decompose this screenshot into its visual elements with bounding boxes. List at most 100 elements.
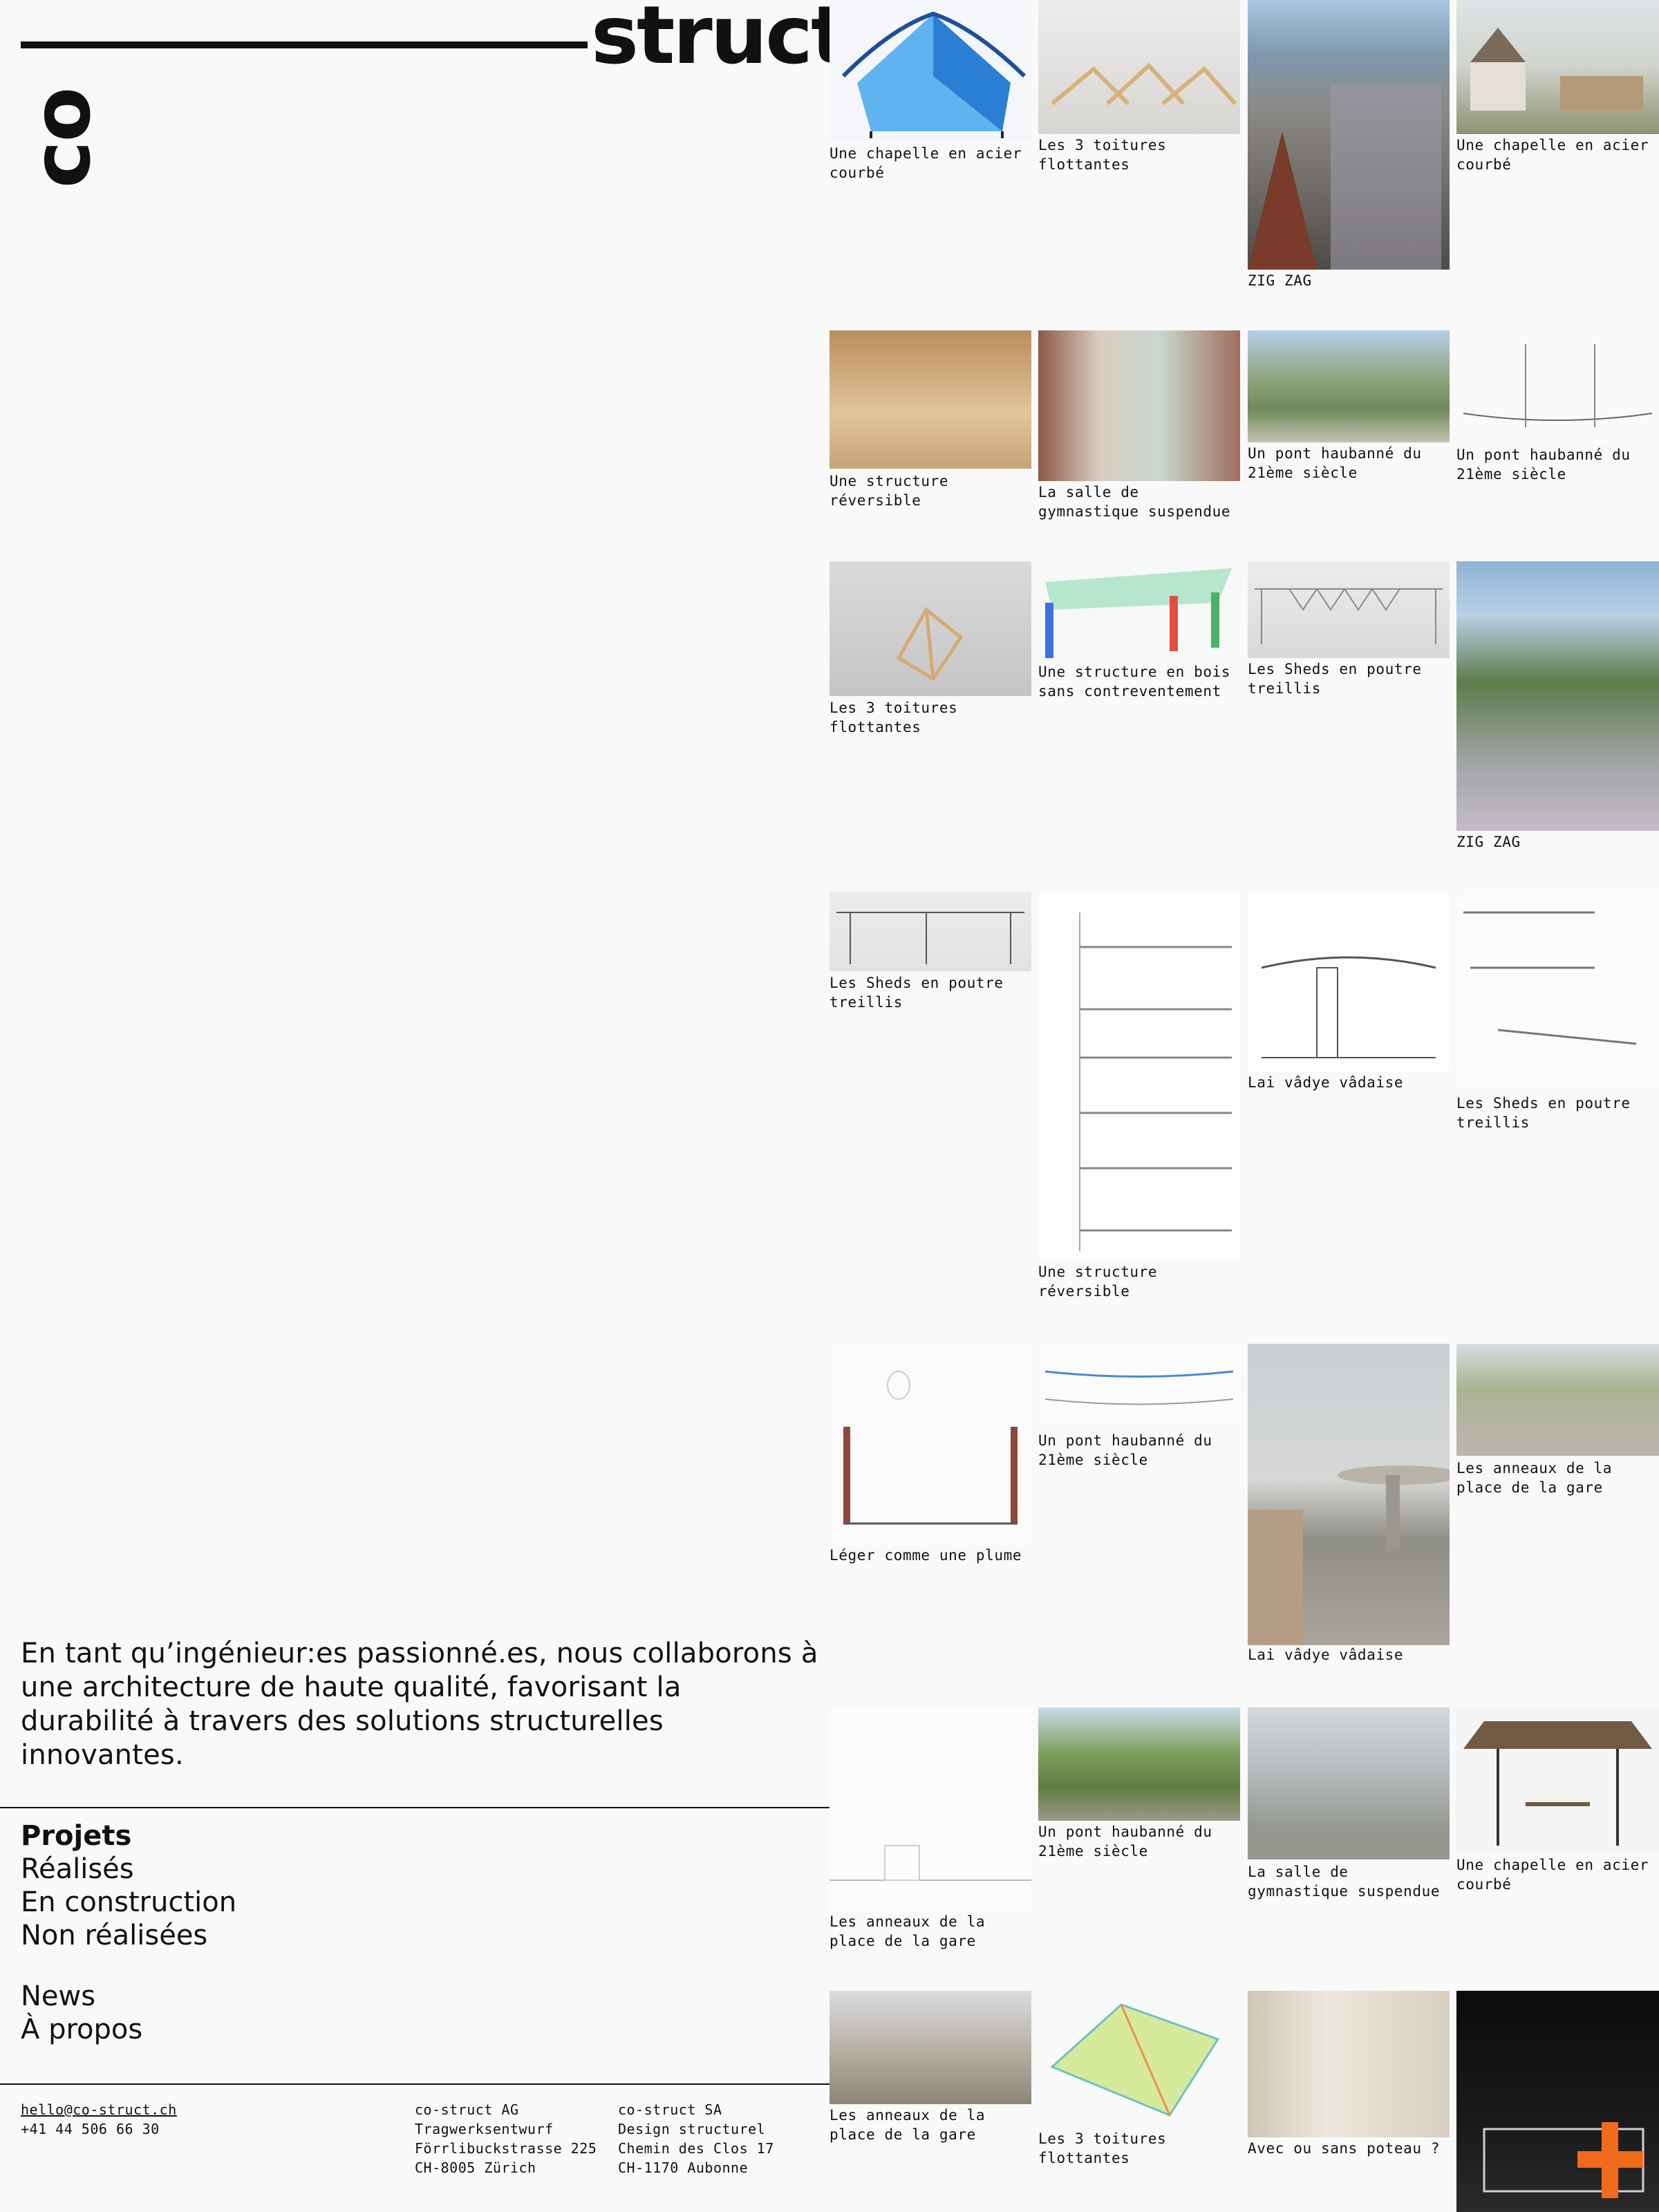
project-tile[interactable]: Les 3 toitures flottantes [830,561,1031,741]
project-image [830,1991,1031,2104]
office-desc: Design structurel [618,2121,766,2137]
intro-text: En tant qu’ingénieur:es passionné.es, no… [21,1638,818,1771]
project-caption: Une chapelle en acier courbé [1456,1857,1649,1893]
phone[interactable]: +41 44 506 66 30 [21,2119,177,2139]
office-city: CH-8005 Zürich [415,2159,536,2176]
project-caption: Une structure réversible [830,473,949,509]
project-tile[interactable]: Les Sheds en poutre treillis [1248,561,1450,713]
project-caption: Une chapelle en acier courbé [1456,137,1649,173]
project-tile[interactable]: Un pont haubanné du 21ème siècle [1038,1344,1240,1475]
project-tile[interactable]: Les 3 toitures flottantes [1038,1991,1240,2171]
project-tile[interactable]: Une chapelle en acier courbé [1456,1707,1659,1901]
project-caption: Les anneaux de la place de la gare [1456,1460,1613,1496]
project-tile[interactable]: Léger comme une plume [830,1344,1031,1572]
project-tile[interactable]: Les Sheds en poutre treillis [1456,892,1659,1134]
nav-non-realisees[interactable]: Non réalisées [21,1919,236,1952]
email-link[interactable]: hello@co-struct.ch [21,2101,177,2118]
project-image [1456,0,1659,134]
project-caption: ZIG ZAG [1248,272,1312,289]
project-tile[interactable]: ZIG ZAG [1456,561,1659,852]
project-image [1248,561,1450,658]
project-caption: ZIG ZAG [1456,834,1521,850]
project-image [1038,561,1240,662]
project-image [1038,1707,1240,1821]
project-tile[interactable]: Un pont haubanné du 21ème siècle [1038,1707,1240,1866]
project-tile[interactable]: Une structure réversible [830,330,1031,510]
logo-struct[interactable]: struct [591,0,849,76]
project-image [1038,330,1240,481]
project-caption: Les 3 toitures flottantes [830,700,958,735]
project-tile[interactable]: Les anneaux de la place de la gare [830,1991,1031,2150]
project-tile[interactable]: Les anneaux de la place de la gare [830,1707,1031,1956]
logo-line [21,41,588,48]
project-image [1456,1707,1659,1853]
project-caption: Une structure en bois sans contreventeme… [1038,664,1231,700]
office-name: co-struct AG [415,2101,519,2118]
project-caption: Lai vâdye vâdaise [1248,1647,1404,1663]
footer-office-aubonne: co-struct SA Design structurel Chemin de… [618,2100,774,2177]
project-image [830,1707,1031,1911]
project-image [830,1344,1031,1546]
project-image [1456,1344,1659,1456]
project-caption: Les Sheds en poutre treillis [830,975,1004,1011]
project-tile[interactable] [1456,1991,1659,2212]
project-tile[interactable]: Lai vâdye vâdaise [1248,892,1450,1099]
nav-news[interactable]: News [21,1980,236,2013]
project-tile[interactable]: Une chapelle en acier courbé [1456,0,1659,180]
project-image [830,0,1031,141]
office-street: Förrlibuckstrasse 225 [415,2140,597,2157]
nav-en-construction[interactable]: En construction [21,1886,236,1919]
project-image [1038,1344,1240,1427]
project-image [830,330,1031,469]
project-caption: Une chapelle en acier courbé [830,145,1022,181]
project-tile[interactable]: Les anneaux de la place de la gare [1456,1344,1659,1510]
nav-realises[interactable]: Réalisés [21,1853,236,1886]
nav-projects[interactable]: Projets [21,1819,236,1853]
project-tile[interactable]: Un pont haubanné du 21ème siècle [1248,330,1450,489]
project-caption: Avec ou sans poteau ? [1248,2140,1441,2157]
project-caption: Léger comme une plume [830,1547,1022,1564]
project-caption: La salle de gymnastique suspendue [1038,484,1231,520]
project-image [1038,0,1240,134]
project-tile[interactable]: ZIG ZAG [1248,0,1450,290]
project-tile[interactable]: La salle de gymnastique suspendue [1038,330,1240,524]
footer-office-zurich: co-struct AG Tragwerksentwurf Förrlibuck… [415,2100,597,2177]
project-caption: Les 3 toitures flottantes [1038,137,1167,173]
project-image [830,561,1031,696]
office-city: CH-1170 Aubonne [618,2159,749,2176]
project-image [1248,892,1450,1071]
project-image [1248,330,1450,442]
project-image [1248,1344,1450,1645]
project-image [1456,561,1659,831]
divider-top [0,1807,830,1808]
project-image [1038,892,1240,1259]
project-image [1248,1707,1450,1859]
divider-bottom [0,2083,830,2085]
footer-contact: hello@co-struct.ch +41 44 506 66 30 [21,2100,177,2139]
project-image [1456,330,1659,445]
project-tile[interactable]: Une structure en bois sans contreventeme… [1038,561,1240,713]
project-tile[interactable]: Avec ou sans poteau ? [1248,1991,1450,2164]
office-street: Chemin des Clos 17 [618,2140,774,2157]
project-tile[interactable]: Une chapelle en acier courbé [830,0,1031,187]
project-caption: Une structure réversible [1038,1264,1158,1300]
logo-co[interactable]: co [15,55,109,221]
project-tile[interactable]: Une structure réversible [1038,892,1240,1306]
project-image [1038,1991,1240,2129]
project-caption: Les Sheds en poutre treillis [1248,661,1422,697]
project-tile[interactable]: La salle de gymnastique suspendue [1248,1707,1450,1908]
project-caption: Un pont haubanné du 21ème siècle [1248,445,1422,481]
project-caption: Les anneaux de la place de la gare [830,1913,986,1949]
project-caption: Un pont haubanné du 21ème siècle [1038,1432,1212,1468]
project-tile[interactable]: Les Sheds en poutre treillis [830,892,1031,1016]
office-desc: Tragwerksentwurf [415,2121,554,2137]
office-name: co-struct SA [618,2101,722,2118]
project-tile[interactable]: Un pont haubanné du 21ème siècle [1456,330,1659,489]
project-caption: Lai vâdye vâdaise [1248,1074,1404,1091]
project-caption: La salle de gymnastique suspendue [1248,1864,1441,1900]
project-image [1248,1991,1450,2137]
project-image [1456,892,1659,1091]
project-tile[interactable]: Les 3 toitures flottantes [1038,0,1240,180]
nav-apropos[interactable]: À propos [21,2013,236,2046]
project-tile[interactable]: Lai vâdye vâdaise [1248,1344,1450,1669]
